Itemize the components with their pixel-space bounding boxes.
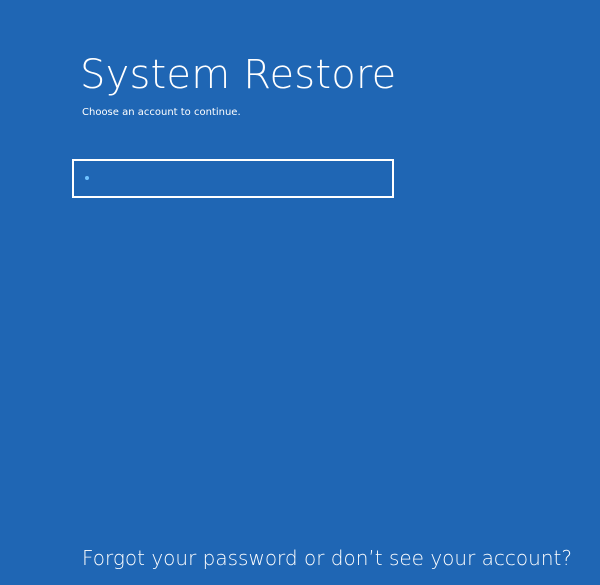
forgot-password-link[interactable]: Forgot your password or don’t see your a…: [82, 545, 572, 571]
system-restore-screen: System Restore Choose an account to cont…: [0, 0, 600, 585]
account-instruction: Choose an account to continue.: [82, 107, 241, 118]
account-tile[interactable]: [72, 159, 394, 198]
account-dot-icon: [85, 176, 89, 180]
page-title: System Restore: [80, 51, 397, 98]
